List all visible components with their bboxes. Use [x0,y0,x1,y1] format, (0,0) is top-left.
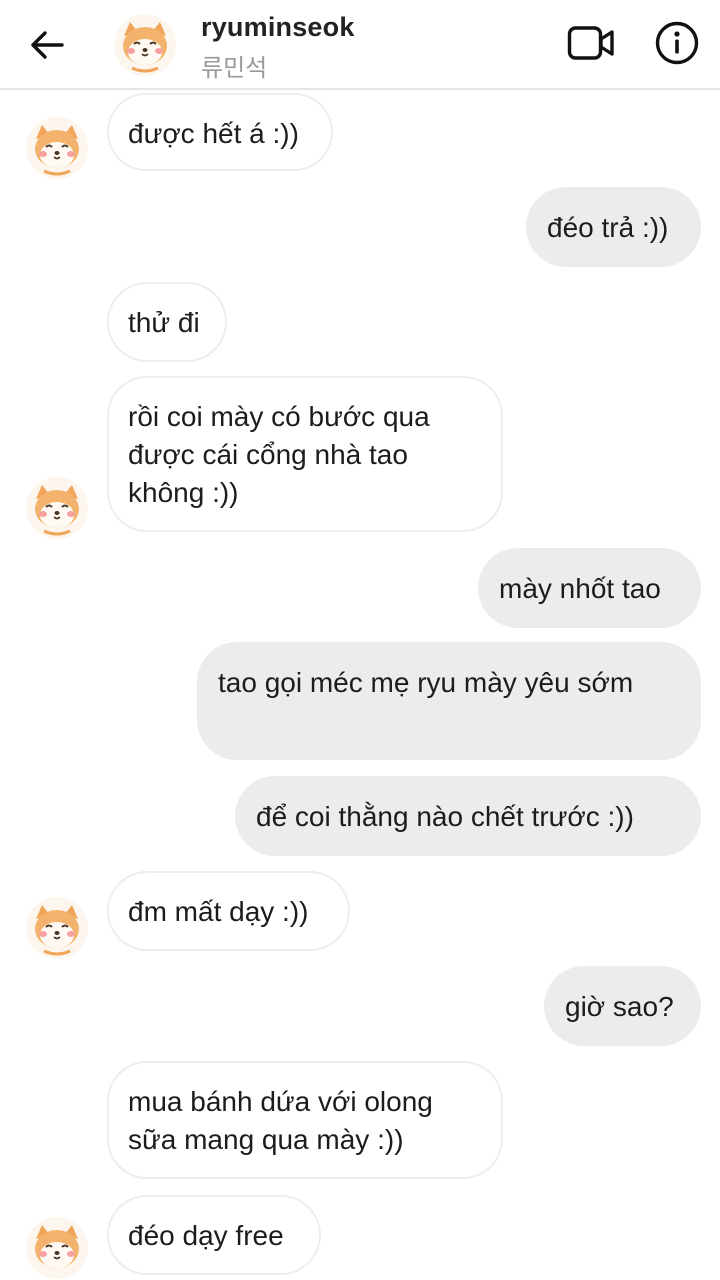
message-text: mua bánh dứa với olong sữa mang qua mày … [128,1086,433,1155]
shiba-avatar-icon [26,897,88,959]
incoming-message-bubble[interactable]: rồi coi mày có bước qua được cái cổng nh… [107,376,503,532]
shiba-avatar-icon [26,1217,88,1279]
contact-avatar[interactable] [26,117,88,179]
shiba-avatar-icon [26,477,88,539]
incoming-message-bubble[interactable]: đm mất dạy :)) [107,871,350,951]
incoming-message-bubble[interactable]: được hết á :)) [107,93,333,171]
outgoing-message-bubble[interactable]: đéo trả :)) [526,187,701,267]
incoming-message-bubble[interactable]: đéo dạy free [107,1195,321,1275]
message-text: rồi coi mày có bước qua được cái cổng nh… [128,401,430,508]
message-text: mày nhốt tao [499,573,661,604]
outgoing-message-bubble[interactable]: để coi thằng nào chết trước :)) [235,776,701,856]
info-button[interactable] [653,19,701,67]
message-text: giờ sao? [565,991,674,1022]
contact-avatar[interactable] [26,477,88,539]
message-text: được hết á :)) [128,118,299,149]
message-text: thử đi [128,307,200,338]
video-camera-icon [567,26,614,60]
contact-display-name: 류민석 [201,55,268,82]
message-text: để coi thằng nào chết trước :)) [256,801,634,832]
chat-header: ryuminseok 류민석 [0,0,720,90]
incoming-message-bubble[interactable]: thử đi [107,282,227,362]
outgoing-message-bubble[interactable]: giờ sao? [544,966,701,1046]
chat-screen: được hết á :)) đéo trả :)) thử đi rồi co… [0,0,720,1280]
outgoing-message-bubble[interactable]: mày nhốt tao [478,548,701,628]
arrow-left-icon [31,31,64,59]
message-text: tao gọi méc mẹ ryu mày yêu sớm [218,667,634,698]
message-text: đéo dạy free [128,1220,284,1251]
video-call-button[interactable] [566,22,616,64]
contact-avatar[interactable] [26,897,88,959]
contact-avatar[interactable] [26,1217,88,1279]
back-button[interactable] [22,20,72,70]
outgoing-message-bubble[interactable]: tao gọi méc mẹ ryu mày yêu sớm [197,642,701,760]
info-circle-icon [655,21,699,65]
incoming-message-bubble[interactable]: mua bánh dứa với olong sữa mang qua mày … [107,1061,503,1179]
message-list[interactable]: được hết á :)) đéo trả :)) thử đi rồi co… [0,0,720,1280]
shiba-avatar-icon [114,14,176,76]
contact-username[interactable]: ryuminseok [201,12,355,43]
message-text: đm mất dạy :)) [128,896,309,927]
header-avatar[interactable] [114,14,176,76]
shiba-avatar-icon [26,117,88,179]
message-text: đéo trả :)) [547,212,669,243]
